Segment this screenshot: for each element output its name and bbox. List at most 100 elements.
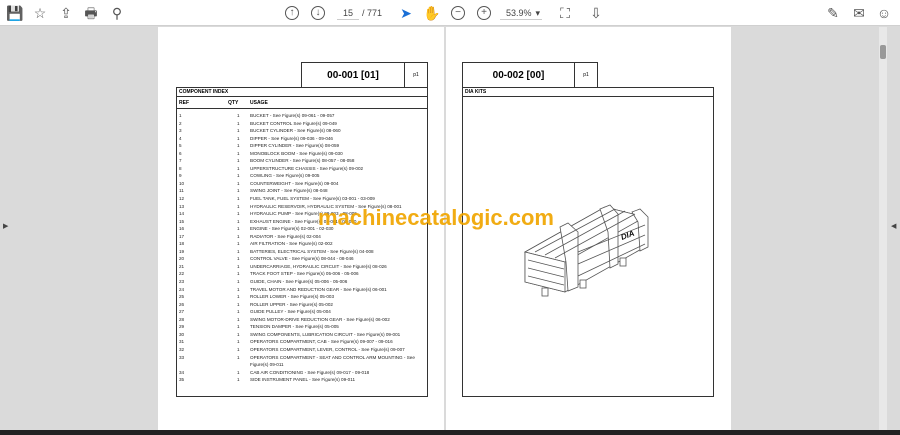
mail-icon[interactable]: ✉ [850,4,868,22]
row-usage: FUEL TANK, FUEL SYSTEM - See Figure(s) 0… [250,196,375,202]
row-qty: 1 [237,377,240,383]
scroll-mode-icon[interactable]: ⇩ [587,4,605,22]
table-row: 24 1 TRAVEL MOTOR AND REDUCTION GEAR - See… [177,286,427,294]
row-qty: 1 [237,271,240,277]
row-qty: 1 [237,233,240,239]
row-ref: 17 [179,233,185,239]
right-panel-arrow-icon[interactable]: ◀ [891,222,896,230]
vertical-scrollbar[interactable] [879,27,887,430]
row-qty: 1 [237,279,240,285]
table-row: 20 1 CONTROL VALVE - See Figure(s) 08-044 … [177,255,427,263]
chevron-down-icon: ▾ [535,8,540,18]
page-p-label: p1 [413,72,419,78]
row-qty: 1 [237,324,240,330]
table-row: 33 1 OPERATORS COMPARTMENT - SEAT AND CONT… [177,354,427,369]
next-page-icon[interactable]: ↓ [311,6,325,20]
page-number-input[interactable]: 15 [337,6,359,20]
row-usage: BUCKET - See Figure(s) 09-061 - 09-057 [250,113,335,118]
row-usage: OPERATORS COMPARTMENT - SEAT AND CONTROL… [250,354,415,368]
row-ref: 6 [179,150,182,156]
table-body: 1 1 BUCKET - See Figure(s) 09-061 - 09-057… [177,109,427,384]
save-icon[interactable]: 💾 [6,4,24,22]
select-cursor-icon[interactable]: ➤ [397,4,415,22]
row-usage: TENSION DAMPER - See Figure(s) 05-005 [250,324,339,330]
row-usage: TRAVEL MOTOR AND REDUCTION GEAR - See Fi… [250,286,387,292]
row-ref: 13 [179,203,185,209]
page-code-right: 00-002 [00] [463,63,575,87]
watermark: machinecatalogic.com [318,205,554,230]
hand-tool-icon[interactable]: ✋ [423,4,441,22]
row-usage: SIDE INSTRUMENT PANEL - See Figure(s) 09… [250,377,356,383]
previous-page-icon[interactable]: ↑ [285,6,299,20]
row-qty: 1 [237,120,240,126]
row-qty: 1 [237,165,240,171]
row-ref: 26 [179,301,185,307]
row-qty: 1 [237,316,240,322]
row-qty: 1 [237,241,240,247]
row-qty: 1 [237,256,240,262]
row-usage: TRACK FOOT STEP - See Figure(s) 05-006 -… [250,271,359,277]
row-usage: GUIDE PULLEY - See Figure(s) 05-004 [250,309,331,315]
table-row: 29 1 TENSION DAMPER - See Figure(s) 05-005 [177,323,427,331]
row-ref: 9 [179,173,182,179]
row-usage: ROLLER UPPER - See Figure(s) 05-002 [250,301,333,307]
header-qty: QTY [228,100,239,106]
row-usage: UPPERSTRUCTURE CHASSIS - See Figure(s) 0… [250,165,364,171]
table-row: 21 1 UNDERCARRIAGE, HYDRAULIC CIRCUIT - Se… [177,263,427,271]
table-row: 28 1 SWING MOTOR-DRIVE REDUCTION GEAR - Se… [177,316,427,324]
table-title-right: DIA KITS [463,88,713,97]
table-row: 23 1 GUIDE, CHAIN - See Figure(s) 05-006 -… [177,278,427,286]
row-ref: 24 [179,286,185,292]
row-usage: BUCKET CONTROL See Figure(s) 09-049 [250,120,337,126]
row-ref: 11 [179,188,184,194]
row-usage: DIPPER CYLINDER - See Figure(s) 08-059 [250,143,340,149]
row-qty: 1 [237,369,240,375]
row-ref: 25 [179,294,185,300]
table-row: 6 1 MONOBLOCK BOOM - See Figure(s) 09-030 [177,150,427,158]
zoom-in-icon[interactable]: + [477,6,491,20]
row-usage: CAB AIR CONDITIONING - See Figure(s) 09-… [250,369,370,375]
account-icon[interactable]: ☺ [875,4,893,22]
fit-page-icon[interactable]: ⛶ [556,4,574,22]
table-row: 10 1 COUNTERWEIGHT - See Figure(s) 09-004 [177,180,427,188]
row-qty: 1 [237,346,240,352]
table-row: 5 1 DIPPER CYLINDER - See Figure(s) 08-059 [177,142,427,150]
row-usage: SWING MOTOR-DRIVE REDUCTION GEAR - See F… [250,316,390,322]
scrollbar-thumb[interactable] [880,45,886,59]
bottom-bar [0,430,900,435]
upload-icon[interactable]: ⇪ [57,4,75,22]
table-row: 19 1 BATTERIES, ELECTRICAL SYSTEM - See Fi… [177,248,427,256]
row-ref: 7 [179,158,182,164]
row-usage: BOOM CYLINDER - See Figure(s) 08-057 - 0… [250,158,355,164]
table-title: COMPONENT INDEX [177,88,427,97]
row-ref: 30 [179,331,185,337]
table-row: 31 1 OPERATORS COMPARTMENT, CAB - See Figu… [177,338,427,346]
row-usage: CONTROL VALVE - See Figure(s) 08-044 - 0… [250,256,354,262]
row-usage: DIPPER - See Figure(s) 09-036 - 09-046 [250,135,333,141]
bookmark-icon[interactable]: ☆ [31,4,49,22]
row-qty: 1 [237,128,240,134]
component-index-table: COMPONENT INDEX REF QTY USAGE 1 1 BUCKET -… [176,87,428,397]
table-row: 32 1 OPERATORS COMPARTMENT, LEVER, CONTROL… [177,346,427,354]
row-usage: COUNTERWEIGHT - See Figure(s) 09-004 [250,180,339,186]
print-icon[interactable]: 🖶 [82,4,100,22]
zoom-select[interactable]: 53.9% ▾ [500,6,542,20]
table-row: 3 1 BUCKET CYLINDER - See Figure(s) 08-060 [177,127,427,135]
row-qty: 1 [237,113,240,118]
search-icon[interactable]: ⚲ [108,4,126,22]
row-usage: SWING JOINT - See Figure(s) 08-048 [250,188,328,194]
sign-icon[interactable]: ✎ [824,4,842,22]
row-qty: 1 [237,248,240,254]
row-usage: UNDERCARRIAGE, HYDRAULIC CIRCUIT - See F… [250,263,387,269]
row-ref: 10 [179,180,185,186]
header-ref: REF [179,100,189,106]
table-row: 22 1 TRACK FOOT STEP - See Figure(s) 05-00… [177,270,427,278]
left-panel-arrow-icon[interactable]: ▶ [3,222,8,230]
row-usage: OPERATORS COMPARTMENT, CAB - See Figure(… [250,339,393,345]
table-row: 35 1 SIDE INSTRUMENT PANEL - See Figure(s)… [177,376,427,384]
header-usage: USAGE [250,100,268,106]
row-qty: 1 [237,354,240,360]
zoom-out-icon[interactable]: − [451,6,465,20]
row-ref: 28 [179,316,185,322]
row-ref: 32 [179,346,185,352]
